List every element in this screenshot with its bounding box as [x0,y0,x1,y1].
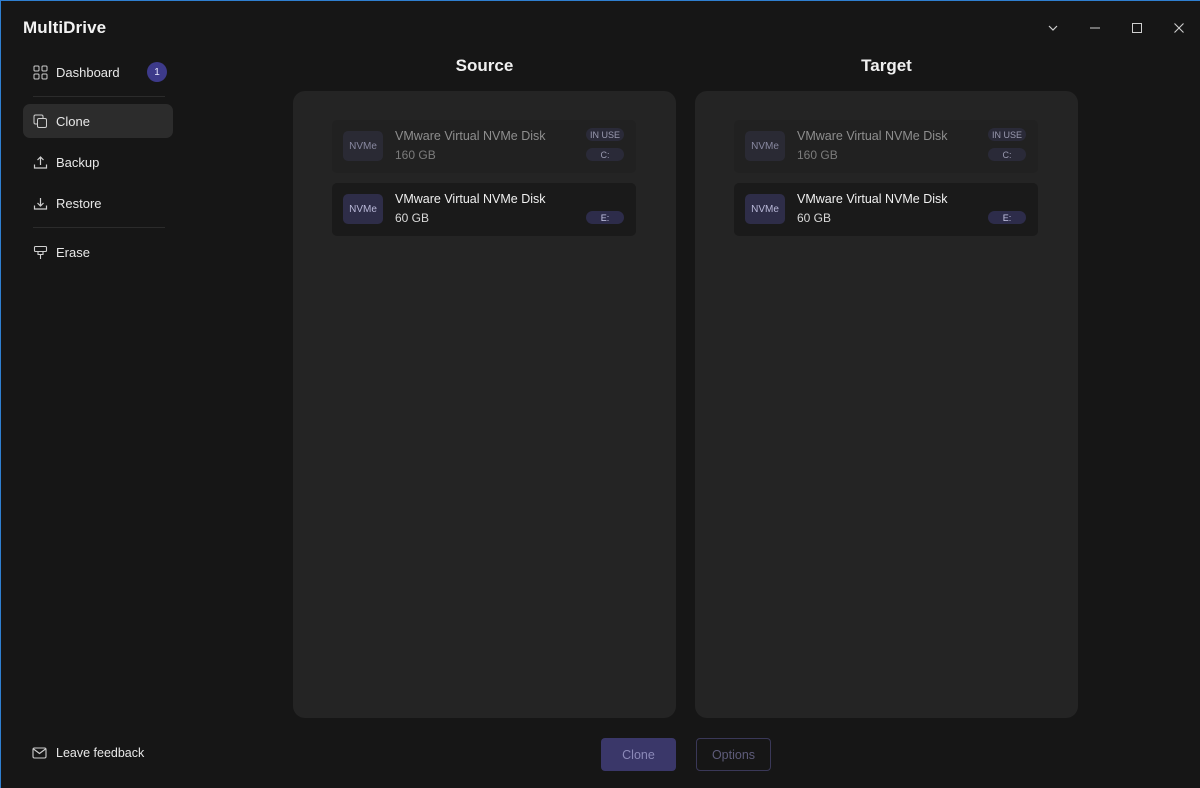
drive-letter-badge: C: [988,148,1026,161]
mail-icon [32,745,48,761]
sidebar-item-erase[interactable]: Erase [23,235,173,269]
disk-name: VMware Virtual NVMe Disk [797,129,948,143]
sidebar-item-label: Backup [56,154,100,170]
minimize-icon [1090,27,1100,29]
app-title: MultiDrive [23,18,107,37]
disk-size: 60 GB [797,211,832,225]
disk-name: VMware Virtual NVMe Disk [395,192,546,206]
target-disk-item[interactable]: NVMe VMware Virtual NVMe Disk 60 GB E: [734,183,1038,236]
disk-size: 160 GB [797,148,838,162]
sidebar-item-dashboard[interactable]: Dashboard 1 [23,55,173,89]
sidebar-item-restore[interactable]: Restore [23,186,173,220]
target-title: Target [861,56,912,75]
chevron-down-icon [1048,25,1058,31]
clone-icon [32,113,48,129]
target-disk-item: NVMe VMware Virtual NVMe Disk 160 GB IN … [734,120,1038,173]
disk-name: VMware Virtual NVMe Disk [797,192,948,206]
upload-icon [32,154,48,170]
disk-size: 60 GB [395,211,430,225]
disk-type-badge: NVMe [745,194,785,224]
drive-letter-badge: E: [988,211,1026,224]
target-panel: NVMe VMware Virtual NVMe Disk 160 GB IN … [695,91,1078,718]
sidebar-item-backup[interactable]: Backup [23,145,173,179]
divider [33,96,165,97]
sidebar: Dashboard 1 Clone Backup Restore Erase [23,55,173,269]
app-window: MultiDrive Dashboard 1 Clone Backup Rest… [0,0,1200,788]
leave-feedback-link[interactable]: Leave feedback [32,745,144,761]
sidebar-item-label: Clone [56,113,90,129]
close-icon [1174,23,1184,33]
options-button[interactable]: Options [696,738,771,771]
sidebar-item-label: Restore [56,195,102,211]
minimize-button[interactable] [1074,11,1116,45]
sidebar-item-clone[interactable]: Clone [23,104,173,138]
divider [33,227,165,228]
drive-letter-badge: E: [586,211,624,224]
collapse-button[interactable] [1032,11,1074,45]
sidebar-item-label: Erase [56,244,90,260]
feedback-label: Leave feedback [56,746,145,760]
drive-letter-badge: C: [586,148,624,161]
source-disk-item: NVMe VMware Virtual NVMe Disk 160 GB IN … [332,120,636,173]
in-use-badge: IN USE [987,128,1026,141]
disk-name: VMware Virtual NVMe Disk [395,129,546,143]
notification-badge: 1 [147,62,167,82]
source-panel: NVMe VMware Virtual NVMe Disk 160 GB IN … [293,91,676,718]
maximize-icon [1132,23,1142,33]
clone-button[interactable]: Clone [601,738,676,771]
dashboard-grid-icon [32,64,48,80]
disk-size: 160 GB [395,148,436,162]
disk-type-badge: NVMe [343,131,383,161]
in-use-badge: IN USE [585,128,624,141]
disk-type-badge: NVMe [343,194,383,224]
disk-type-badge: NVMe [745,131,785,161]
sidebar-item-label: Dashboard [56,64,120,80]
erase-icon [32,244,48,260]
window-controls [1032,11,1200,45]
source-title: Source [455,56,514,75]
close-button[interactable] [1158,11,1200,45]
download-icon [32,195,48,211]
maximize-button[interactable] [1116,11,1158,45]
source-disk-item[interactable]: NVMe VMware Virtual NVMe Disk 60 GB E: [332,183,636,236]
